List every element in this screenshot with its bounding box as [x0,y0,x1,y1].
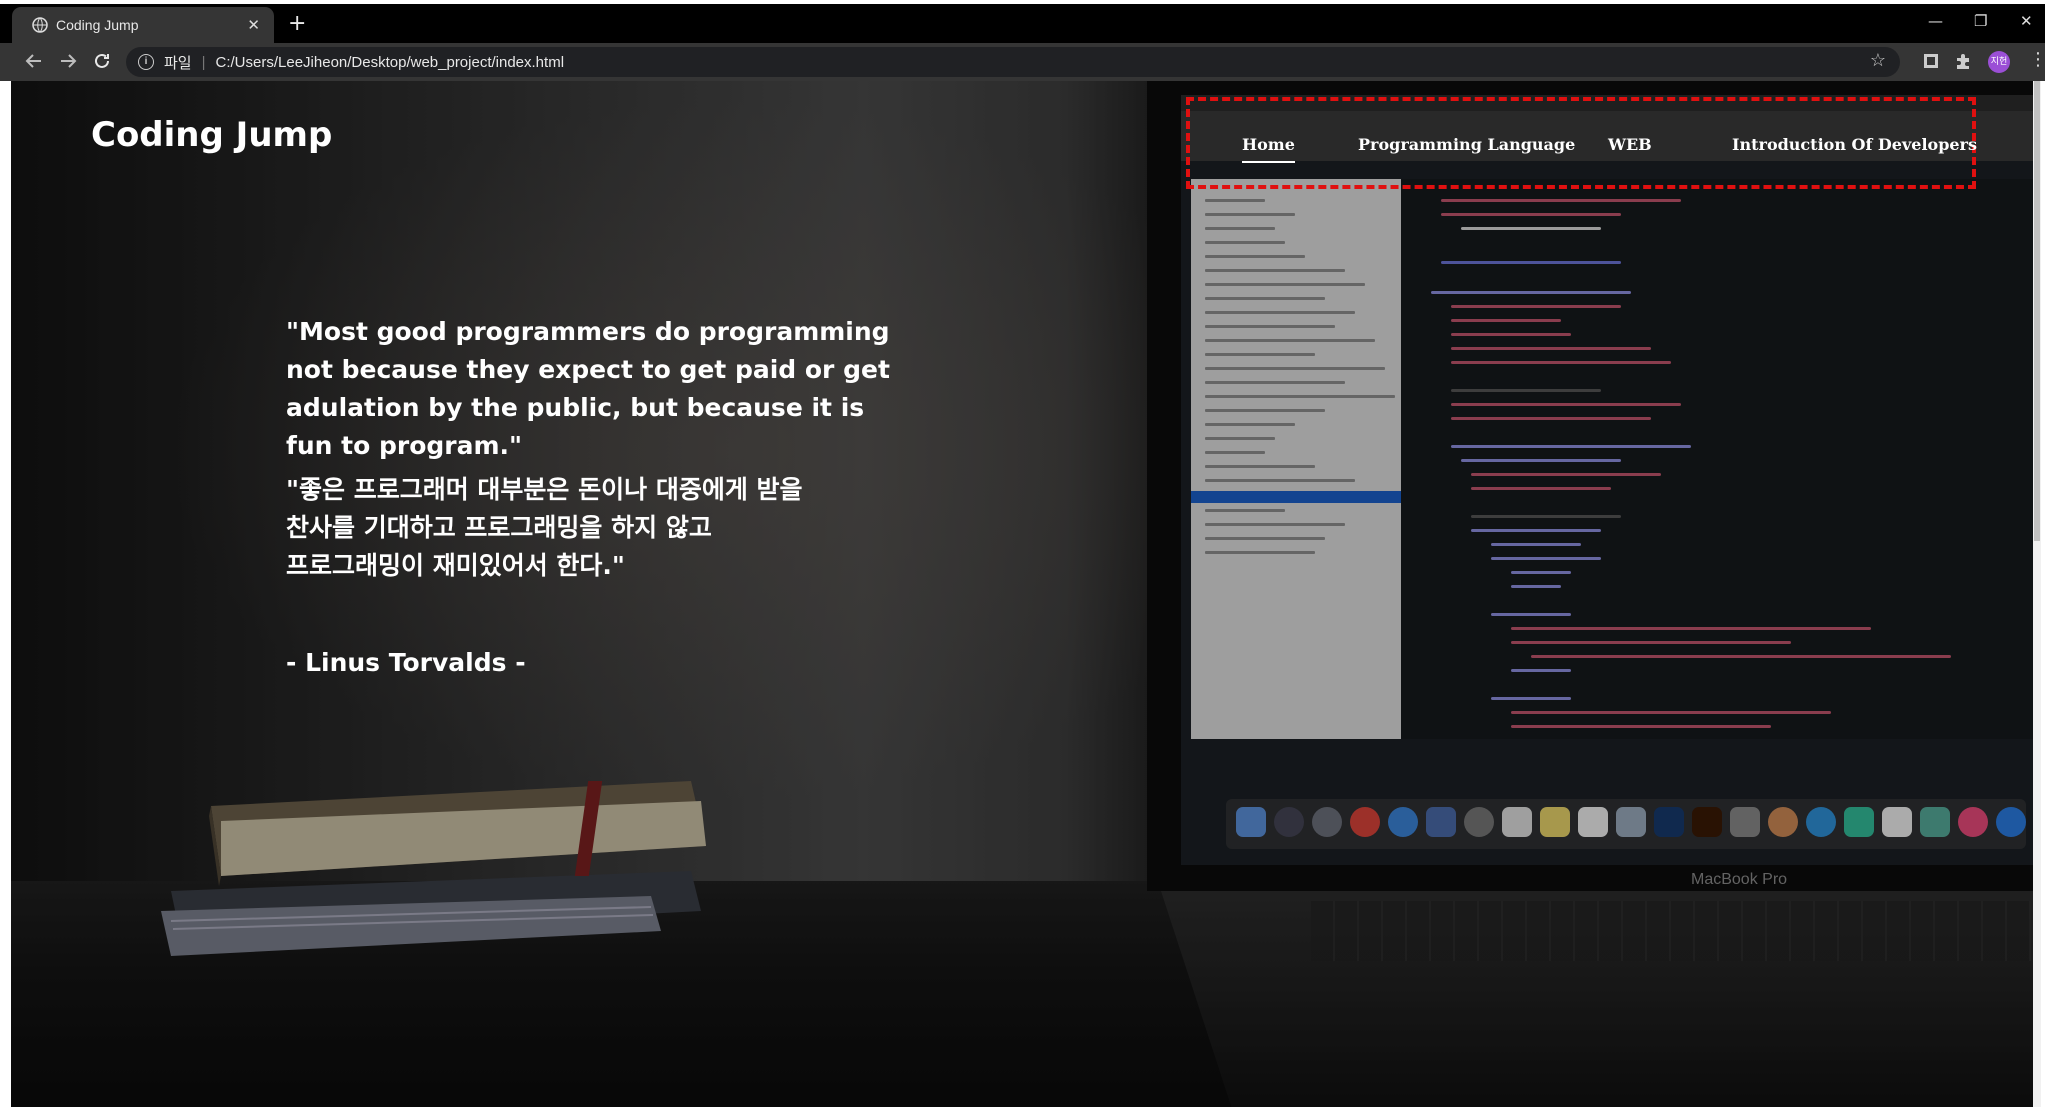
tab-coding-jump[interactable]: Coding Jump ✕ [12,7,274,43]
reload-icon[interactable] [92,51,112,71]
arrow-left-icon[interactable] [24,51,44,71]
nav-home[interactable]: Home [1242,135,1295,163]
quote-author: - Linus Torvalds - [286,648,526,677]
nav-web[interactable]: WEB [1608,135,1652,154]
scheme-label: 파일 [164,54,192,72]
new-tab-button[interactable]: + [288,13,306,35]
quote-korean-line: 찬사를 기대하고 프로그래밍을 하지 않고 [286,513,712,542]
tab-close-button[interactable]: ✕ [247,16,260,34]
star-icon[interactable]: ☆ [1870,50,1886,71]
profile-avatar[interactable]: 지헌 [1988,51,2010,73]
main-nav: Home Programming Language WEB Introducti… [1186,97,1977,189]
background-overlay [11,81,2041,1107]
quote-english: "Most good programmers do programming no… [286,317,890,460]
close-window-button[interactable]: ✕ [2020,12,2033,30]
puzzle-icon[interactable] [1954,52,1972,70]
info-icon[interactable]: i [138,54,154,70]
quote-korean: "좋은 프로그래머 대부분은 돈이나 대중에게 받을 찬사를 기대하고 프로그래… [286,471,926,585]
minimize-button[interactable]: — [1928,12,1943,30]
quote-korean-line: 프로그래밍이 재미있어서 한다." [286,551,625,580]
scrollbar[interactable] [2033,81,2041,1107]
nav-programming-language[interactable]: Programming Language [1358,135,1575,154]
kebab-menu-icon[interactable]: ⋮ [2029,49,2045,70]
divider: | [201,53,206,71]
url-text[interactable]: C:/Users/LeeJiheon/Desktop/web_project/i… [216,54,565,71]
arrow-right-icon[interactable] [58,51,78,71]
page-viewport: MacBook Pro Coding Jump Home Programming… [11,81,2041,1107]
restore-button[interactable]: ❐ [1974,12,1987,30]
tab-title: Coding Jump [56,17,139,33]
quote-korean-line: "좋은 프로그래머 대부분은 돈이나 대중에게 받을 [286,475,803,504]
browser-toolbar: i 파일 | C:/Users/LeeJiheon/Desktop/web_pr… [0,43,2045,81]
nav-introduction-of-developers[interactable]: Introduction Of Developers [1732,135,1977,154]
scrollbar-thumb[interactable] [2034,81,2040,541]
site-logo[interactable]: Coding Jump [91,115,332,155]
globe-icon [32,17,48,33]
address-bar[interactable]: i 파일 | C:/Users/LeeJiheon/Desktop/web_pr… [126,47,1900,77]
tab-strip: Coding Jump ✕ + — ❐ ✕ [0,4,2045,43]
reader-icon[interactable] [1922,52,1940,70]
